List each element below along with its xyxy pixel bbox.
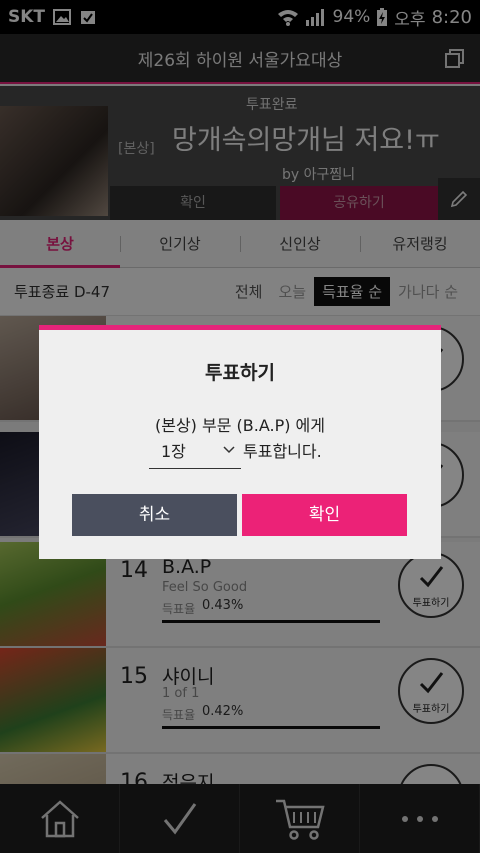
confirm-button[interactable]: 확인 — [242, 494, 407, 536]
dialog-message: (본상) 부문 (B.A.P) 에게 — [154, 416, 325, 435]
dialog-message-suffix: 투표합니다. — [243, 442, 322, 461]
quantity-value: 1장 — [161, 442, 186, 461]
chevron-down-icon — [223, 446, 235, 454]
vote-dialog: 투표하기 (본상) 부문 (B.A.P) 에게 1장 투표합니다. 취소 확인 — [39, 325, 441, 559]
dialog-quantity-row: 1장 투표합니다. — [149, 436, 322, 469]
cancel-button[interactable]: 취소 — [72, 494, 237, 536]
dialog-title: 투표하기 — [205, 362, 275, 384]
quantity-select[interactable]: 1장 — [149, 436, 241, 469]
